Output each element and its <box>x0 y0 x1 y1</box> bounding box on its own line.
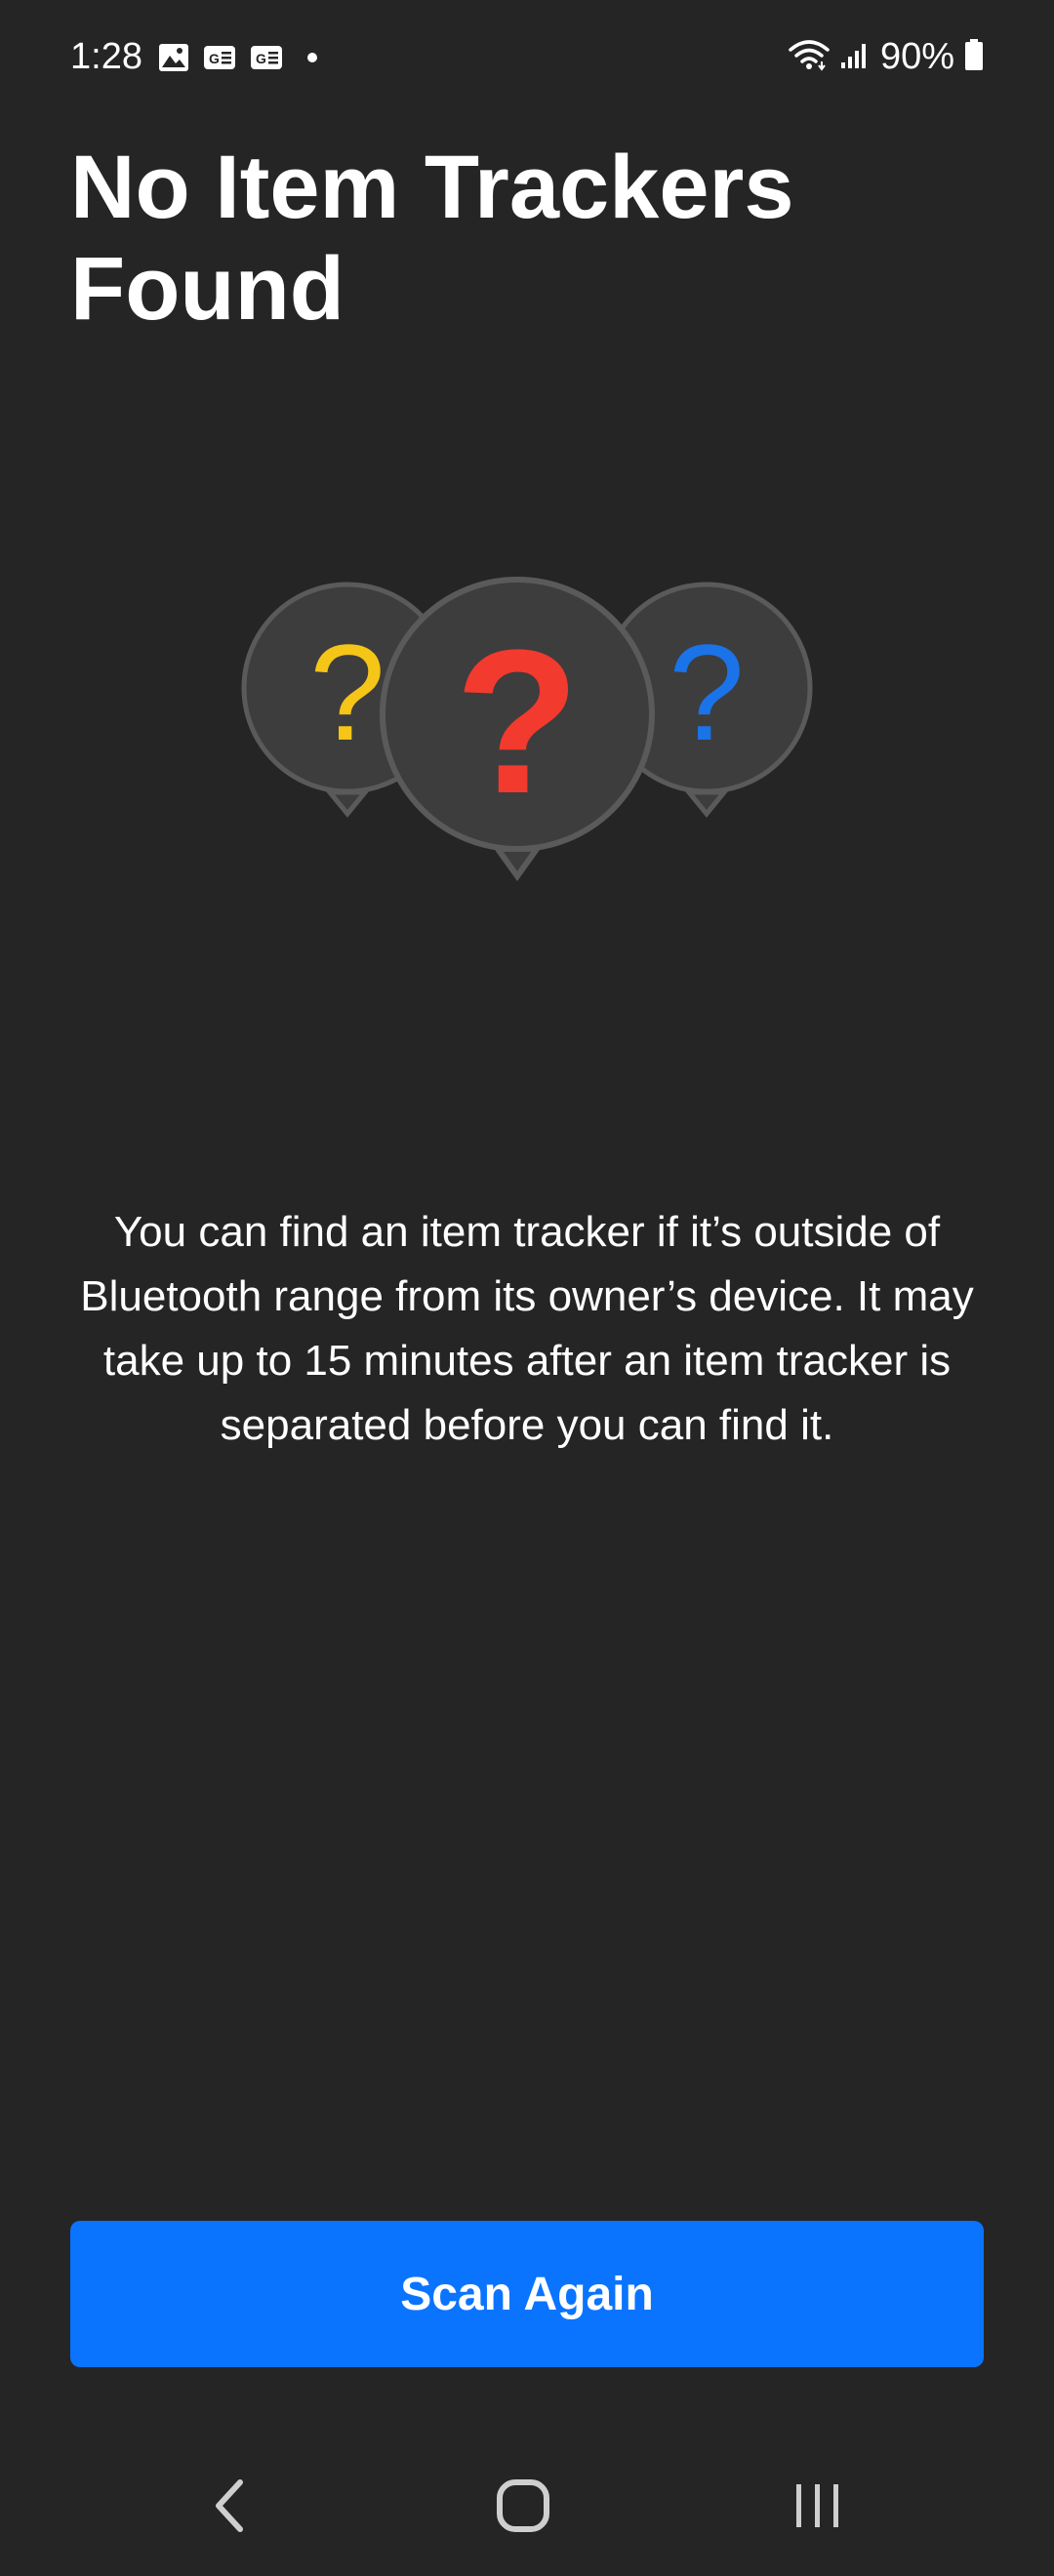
home-icon <box>494 2476 552 2540</box>
signal-icon <box>839 39 871 75</box>
back-chevron-icon <box>209 2476 248 2540</box>
battery-percent: 90% <box>879 36 954 77</box>
question-bubble-red-icon: ? <box>380 577 655 882</box>
notification-icons: G G <box>158 41 326 74</box>
status-time: 1:28 <box>70 36 142 77</box>
message-icon: G <box>203 45 236 70</box>
wifi-icon <box>789 38 830 76</box>
message-icon: G <box>250 45 283 70</box>
svg-text:?: ? <box>455 607 580 836</box>
description-text: You can find an item tracker if it’s out… <box>80 1208 974 1449</box>
image-icon <box>158 43 189 72</box>
recents-button[interactable] <box>769 2469 867 2547</box>
page-title: No Item Trackers Found <box>70 138 794 339</box>
home-button[interactable] <box>474 2469 572 2547</box>
back-button[interactable] <box>180 2469 277 2547</box>
svg-text:?: ? <box>669 616 745 769</box>
recents-icon <box>789 2476 847 2540</box>
navigation-bar <box>0 2439 1054 2576</box>
battery-icon <box>964 38 984 76</box>
svg-text:G: G <box>209 51 220 66</box>
status-right: 90% <box>789 33 984 80</box>
dot-icon <box>297 48 326 67</box>
svg-text:G: G <box>256 51 266 66</box>
svg-text:?: ? <box>309 616 385 769</box>
status-bar: 1:28 G G 90% <box>0 0 1054 117</box>
no-trackers-illustration: ? ? ? <box>234 566 820 898</box>
scan-again-button[interactable]: Scan Again <box>70 2221 984 2367</box>
